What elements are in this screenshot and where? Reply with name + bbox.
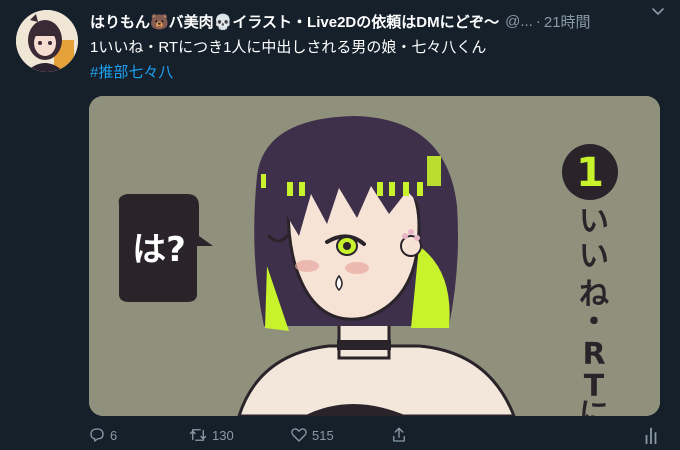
side-number: 1 — [576, 150, 604, 196]
chevron-down-icon[interactable] — [650, 4, 666, 20]
illustration: は? 1 い い ね ・ R T に — [89, 96, 660, 416]
avatar[interactable] — [16, 10, 78, 72]
hashtag-link[interactable]: #推部七々八 — [90, 61, 173, 82]
tweet-header: はりもん🐻バ美肉💀イラスト・Live2Dの依頼はDMにどぞ〜 @... · 21… — [90, 9, 670, 33]
side-char: い — [579, 239, 609, 274]
like-button[interactable]: 515 — [290, 426, 334, 444]
avatar-illustration — [16, 10, 78, 72]
user-handle[interactable]: @... — [505, 13, 533, 30]
tweet[interactable]: はりもん🐻バ美肉💀イラスト・Live2Dの依頼はDMにどぞ〜 @... · 21… — [0, 0, 680, 450]
timestamp[interactable]: 21時間 — [544, 11, 591, 32]
reply-button[interactable]: 6 — [88, 426, 117, 444]
tweet-text: 1いいね・RTにつき1人に中出しされる男の娘・七々八くん — [90, 39, 487, 56]
like-count: 515 — [312, 427, 334, 443]
reply-count: 6 — [110, 427, 118, 443]
tweet-actions: 6 130 515 — [88, 426, 668, 448]
tweet-media-image[interactable]: は? 1 い い ね ・ R T に — [89, 96, 660, 416]
retweet-count: 130 — [212, 427, 234, 443]
side-char: い — [579, 204, 609, 239]
share-icon — [393, 427, 405, 442]
reply-icon — [90, 428, 104, 442]
share-button[interactable] — [390, 426, 412, 444]
like-icon — [291, 428, 307, 442]
analytics-icon — [645, 427, 657, 444]
side-char: に — [579, 397, 609, 416]
analytics-button[interactable] — [644, 426, 662, 444]
side-char: ・ — [579, 305, 609, 340]
retweet-icon — [189, 429, 207, 441]
separator-dot: · — [535, 12, 541, 30]
speech-bubble-text: は? — [132, 230, 186, 270]
display-name[interactable]: はりもん🐻バ美肉💀イラスト・Live2Dの依頼はDMにどぞ〜 — [90, 11, 499, 32]
side-char: R — [582, 337, 605, 372]
retweet-button[interactable]: 130 — [188, 426, 234, 444]
